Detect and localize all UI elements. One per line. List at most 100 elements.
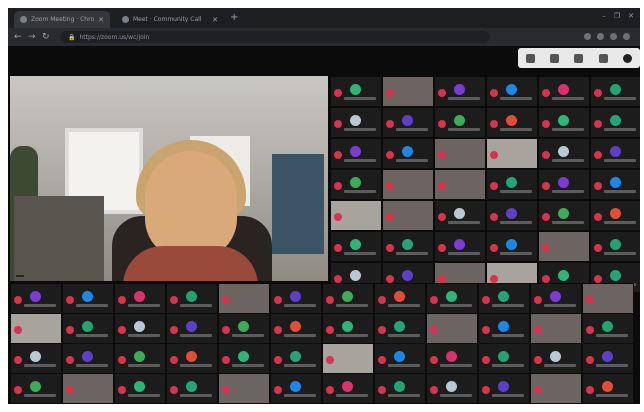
- participant-tile[interactable]: [382, 231, 434, 262]
- participant-tile[interactable]: [426, 283, 478, 314]
- participant-tile[interactable]: [426, 343, 478, 374]
- participant-tile[interactable]: [582, 373, 634, 404]
- browser-tab-active[interactable]: Zoom Meeting · Chrome ✕: [14, 11, 110, 28]
- participant-tile[interactable]: [434, 138, 486, 169]
- participant-tile[interactable]: [374, 313, 426, 344]
- participant-tile[interactable]: [322, 343, 374, 374]
- participant-tile[interactable]: [330, 169, 382, 200]
- close-window-icon[interactable]: ✕: [628, 12, 634, 20]
- participant-tile[interactable]: [62, 313, 114, 344]
- participant-tile[interactable]: [382, 76, 434, 107]
- participant-tile[interactable]: [382, 107, 434, 138]
- participant-tile[interactable]: [330, 138, 382, 169]
- participant-tile[interactable]: [166, 283, 218, 314]
- participant-tile[interactable]: [590, 138, 640, 169]
- participant-tile[interactable]: [530, 313, 582, 344]
- participant-tile[interactable]: [62, 373, 114, 404]
- new-tab-icon[interactable]: +: [230, 12, 238, 24]
- participant-tile[interactable]: [10, 373, 62, 404]
- participant-tile[interactable]: [486, 200, 538, 231]
- close-tab-icon[interactable]: ✕: [212, 16, 218, 24]
- participant-tile[interactable]: [218, 373, 270, 404]
- participant-tile[interactable]: [426, 373, 478, 404]
- participant-tile[interactable]: [114, 283, 166, 314]
- maximize-icon[interactable]: ❐: [614, 12, 620, 20]
- participant-tile[interactable]: [114, 343, 166, 374]
- participant-tile[interactable]: [62, 283, 114, 314]
- participant-tile[interactable]: [62, 343, 114, 374]
- participant-tile[interactable]: [434, 231, 486, 262]
- minimize-icon[interactable]: –: [602, 12, 606, 20]
- participants-icon[interactable]: [525, 53, 535, 63]
- participant-tile[interactable]: [478, 313, 530, 344]
- participant-tile[interactable]: [218, 343, 270, 374]
- participant-tile[interactable]: [166, 313, 218, 344]
- participant-tile[interactable]: [486, 231, 538, 262]
- participant-tile[interactable]: [434, 169, 486, 200]
- participant-tile[interactable]: [374, 283, 426, 314]
- extension-icon[interactable]: [584, 33, 591, 40]
- participant-tile[interactable]: [10, 343, 62, 374]
- participant-tile[interactable]: [374, 373, 426, 404]
- participant-tile[interactable]: [166, 373, 218, 404]
- participant-tile[interactable]: [114, 313, 166, 344]
- participant-tile[interactable]: [330, 200, 382, 231]
- participant-tile[interactable]: [530, 283, 582, 314]
- participant-tile[interactable]: [114, 373, 166, 404]
- participant-tile[interactable]: [330, 107, 382, 138]
- participant-tile[interactable]: [322, 313, 374, 344]
- participant-tile[interactable]: [478, 343, 530, 374]
- extension-icon[interactable]: [597, 33, 604, 40]
- reload-icon[interactable]: ↻: [42, 31, 50, 43]
- participant-tile[interactable]: [270, 373, 322, 404]
- participant-tile[interactable]: [374, 343, 426, 374]
- back-arrow-icon[interactable]: ←: [14, 31, 22, 43]
- active-speaker-video[interactable]: [10, 76, 328, 281]
- participant-tile[interactable]: [486, 76, 538, 107]
- participant-tile[interactable]: [530, 343, 582, 374]
- leave-icon[interactable]: [623, 53, 633, 63]
- participant-tile[interactable]: [486, 169, 538, 200]
- participant-tile[interactable]: [530, 373, 582, 404]
- profile-icon[interactable]: [623, 33, 630, 40]
- chat-icon[interactable]: [550, 53, 560, 63]
- participant-tile[interactable]: [538, 107, 590, 138]
- close-tab-icon[interactable]: ✕: [98, 16, 104, 24]
- extension-icon[interactable]: [610, 33, 617, 40]
- participant-tile[interactable]: [166, 343, 218, 374]
- participant-tile[interactable]: [590, 231, 640, 262]
- participant-tile[interactable]: [10, 313, 62, 344]
- participant-tile[interactable]: [486, 107, 538, 138]
- participant-tile[interactable]: [270, 283, 322, 314]
- participant-tile[interactable]: [382, 138, 434, 169]
- participant-tile[interactable]: [582, 283, 634, 314]
- participant-tile[interactable]: [590, 200, 640, 231]
- participant-tile[interactable]: [538, 138, 590, 169]
- participant-tile[interactable]: [382, 200, 434, 231]
- participant-tile[interactable]: [538, 231, 590, 262]
- participant-tile[interactable]: [582, 313, 634, 344]
- participant-tile[interactable]: [270, 313, 322, 344]
- participant-tile[interactable]: [538, 169, 590, 200]
- participant-tile[interactable]: [270, 343, 322, 374]
- participant-tile[interactable]: [590, 76, 640, 107]
- browser-tab[interactable]: Meet · Community Call ✕: [116, 11, 224, 28]
- participant-tile[interactable]: [218, 283, 270, 314]
- participant-tile[interactable]: [218, 313, 270, 344]
- participant-tile[interactable]: [538, 200, 590, 231]
- participant-tile[interactable]: [582, 343, 634, 374]
- reactions-icon[interactable]: [598, 53, 608, 63]
- participant-tile[interactable]: [330, 76, 382, 107]
- participant-tile[interactable]: [590, 107, 640, 138]
- participant-tile[interactable]: [382, 169, 434, 200]
- participant-tile[interactable]: [478, 373, 530, 404]
- participant-tile[interactable]: [434, 107, 486, 138]
- participant-tile[interactable]: [322, 283, 374, 314]
- share-icon[interactable]: [574, 53, 584, 63]
- participant-tile[interactable]: [426, 313, 478, 344]
- participant-tile[interactable]: [590, 169, 640, 200]
- address-bar[interactable]: 🔒 https://zoom.us/wc/join: [60, 31, 490, 43]
- participant-tile[interactable]: [330, 231, 382, 262]
- participant-tile[interactable]: [434, 200, 486, 231]
- participant-tile[interactable]: [434, 76, 486, 107]
